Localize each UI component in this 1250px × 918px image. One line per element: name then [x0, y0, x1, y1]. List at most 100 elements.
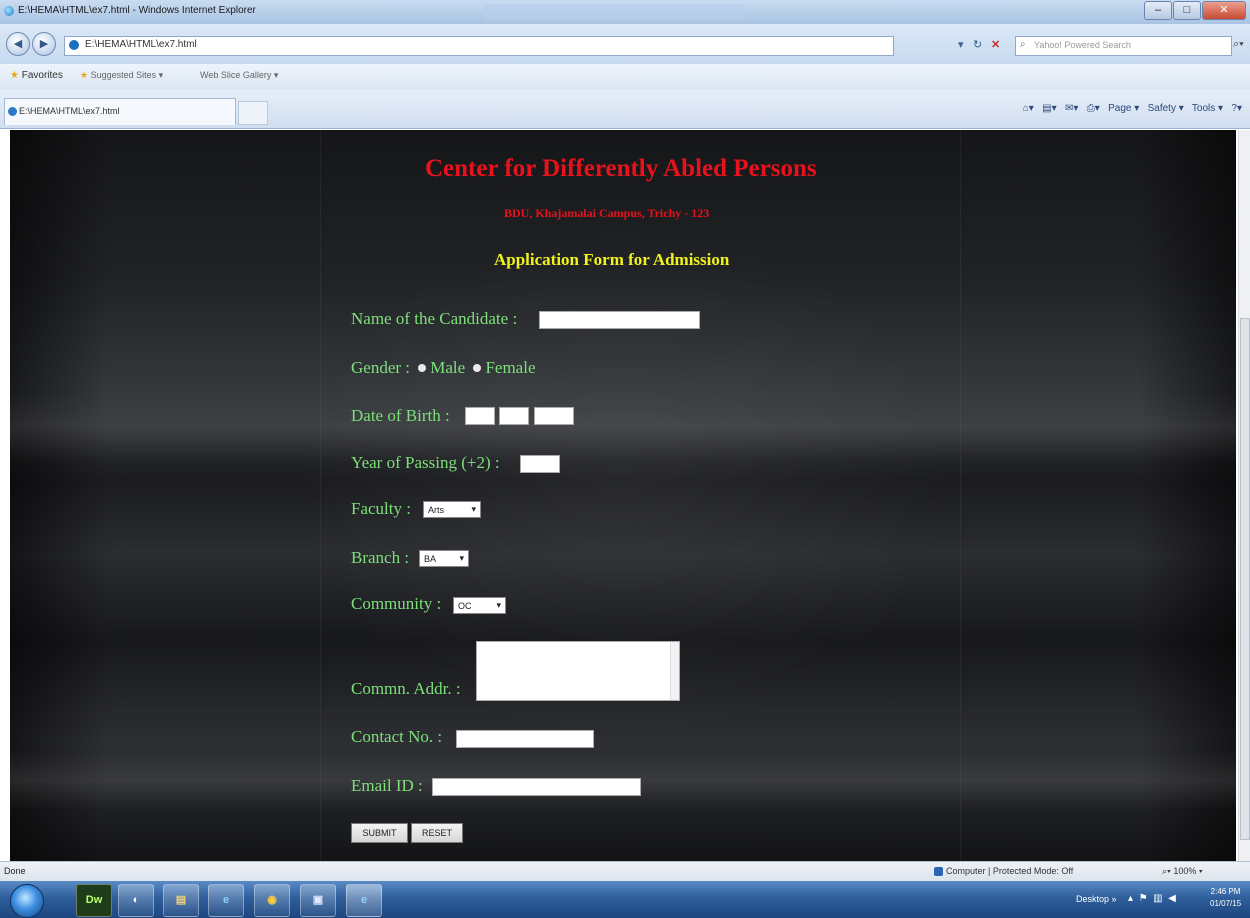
background-pane — [320, 130, 321, 861]
dob-label: Date of Birth : — [351, 406, 450, 425]
computer-icon — [934, 867, 943, 877]
volume-icon[interactable]: ◀ — [1168, 893, 1176, 904]
zoom-level[interactable]: ⌕▾ 100% ▾ — [1162, 866, 1203, 877]
tab-page-icon — [8, 107, 17, 116]
reset-button[interactable]: RESET — [411, 823, 463, 843]
security-zone-label: Computer | Protected Mode: Off — [946, 866, 1074, 876]
address-url: E:\HEMA\HTML\ex7.html — [85, 39, 197, 50]
textarea-scrollbar[interactable] — [670, 642, 679, 700]
dob-month-field[interactable] — [499, 407, 529, 425]
background-pane — [960, 130, 961, 861]
dob-year-field[interactable] — [534, 407, 574, 425]
community-select[interactable]: OC ▾ — [453, 597, 506, 614]
minimize-button[interactable]: – — [1144, 1, 1172, 20]
background-band — [10, 392, 1236, 462]
home-icon[interactable]: ⌂▾ — [1023, 103, 1034, 114]
submit-button[interactable]: SUBMIT — [351, 823, 408, 843]
tray-arrow-icon[interactable]: ▴ — [1128, 893, 1133, 904]
email-field[interactable] — [432, 778, 641, 796]
refresh-icon[interactable]: ↻ — [973, 38, 982, 51]
candidate-name-field[interactable] — [539, 311, 700, 329]
dob-day-field[interactable] — [465, 407, 495, 425]
yop-label: Year of Passing (+2) : — [351, 453, 500, 472]
form-title: Application Form for Admission — [494, 250, 730, 269]
new-tab-button[interactable] — [238, 101, 268, 125]
gender-row: Gender : Male Female — [351, 358, 536, 378]
window-title-bar: E:\HEMA\HTML\ex7.html - Windows Internet… — [0, 0, 1250, 24]
network-icon[interactable]: ▥ — [1153, 893, 1162, 904]
contact-number-field[interactable] — [456, 730, 594, 748]
tab-label: E:\HEMA\HTML\ex7.html — [19, 106, 120, 116]
community-label: Community : — [351, 594, 442, 613]
address-row: ◀ ▶ E:\HEMA\HTML\ex7.html ▾ ↻ ✕ ⌕ Yahoo!… — [0, 24, 1250, 64]
star-icon: ★ — [10, 70, 19, 81]
address-label: Commn. Addr. : — [351, 679, 461, 698]
chevron-down-icon: ▾ — [459, 553, 464, 563]
media-player-taskbar-icon[interactable]: ◐ — [118, 884, 154, 917]
add-favorite-icon: ★ — [80, 70, 89, 80]
faculty-select[interactable]: Arts ▾ — [423, 501, 481, 518]
ie-app-icon — [4, 6, 14, 16]
page-icon — [69, 40, 79, 50]
title-bar-blur — [485, 4, 745, 20]
favorites-label: Favorites — [21, 70, 63, 81]
print-icon[interactable]: ⎙▾ — [1087, 103, 1100, 114]
compat-view-icon[interactable]: ▾ — [958, 38, 964, 51]
scrollbar-thumb[interactable] — [1240, 318, 1250, 840]
community-value: OC — [458, 601, 472, 611]
feeds-icon[interactable]: ▤▾ — [1042, 103, 1056, 114]
back-button[interactable]: ◀ — [6, 32, 30, 56]
desktop-toolbar[interactable]: Desktop » — [1076, 894, 1117, 904]
clock-time: 2:46 PM — [1210, 887, 1241, 896]
close-button[interactable]: ✕ — [1202, 1, 1246, 20]
read-mail-icon[interactable]: ✉▾ — [1065, 103, 1078, 114]
female-radio[interactable] — [473, 363, 482, 372]
chevron-down-icon: ▾ — [496, 600, 501, 610]
branch-select[interactable]: BA ▾ — [419, 550, 469, 567]
security-zone[interactable]: Computer | Protected Mode: Off — [934, 866, 1074, 877]
search-icon[interactable]: ⌕▾ — [1233, 38, 1244, 51]
address-bar[interactable]: E:\HEMA\HTML\ex7.html — [64, 36, 894, 56]
maximize-button[interactable]: □ — [1173, 1, 1201, 20]
clock-date: 01/07/15 — [1210, 899, 1242, 908]
app-taskbar-icon[interactable]: ▣ — [300, 884, 336, 917]
dreamweaver-taskbar-icon[interactable]: Dw — [76, 884, 112, 917]
chrome-taskbar-icon[interactable]: ◉ — [254, 884, 290, 917]
search-input[interactable]: ⌕ Yahoo! Powered Search — [1015, 36, 1232, 56]
tray-icons: ▴ ⚑ ▥ ◀ — [1128, 893, 1176, 904]
tools-menu[interactable]: Tools ▾ — [1192, 103, 1223, 114]
favorites-link-suggested[interactable]: ★ Suggested Sites ▾ — [80, 70, 163, 81]
flag-icon[interactable]: ⚑ — [1139, 893, 1148, 904]
communication-address-textarea[interactable] — [476, 641, 680, 701]
safety-menu[interactable]: Safety ▾ — [1148, 103, 1184, 114]
faculty-label: Faculty : — [351, 499, 411, 518]
female-label: Female — [485, 358, 536, 377]
ie-active-taskbar-icon[interactable]: e — [346, 884, 382, 917]
tab-row: E:\HEMA\HTML\ex7.html ⌂▾ ▤▾ ✉▾ ⎙▾ Page ▾… — [0, 90, 1250, 129]
page-heading: Center for Differently Abled Persons — [425, 155, 817, 182]
start-button[interactable] — [10, 884, 44, 918]
ie-taskbar-icon[interactable]: e — [208, 884, 244, 917]
command-bar: ⌂▾ ▤▾ ✉▾ ⎙▾ Page ▾ Safety ▾ Tools ▾ ?▾ — [1023, 103, 1242, 114]
stop-icon[interactable]: ✕ — [991, 38, 1000, 51]
desktop-label: Desktop — [1076, 894, 1110, 904]
chevron-down-icon: ▾ — [471, 504, 476, 514]
page-menu[interactable]: Page ▾ — [1108, 103, 1139, 114]
system-clock[interactable]: 2:46 PM 01/07/15 — [1210, 886, 1241, 910]
favorites-button[interactable]: ★ Favorites — [10, 70, 63, 81]
favorites-link-webslice[interactable]: Web Slice Gallery ▾ — [200, 70, 278, 81]
branch-label: Branch : — [351, 548, 410, 567]
email-label: Email ID : — [351, 776, 423, 795]
year-of-passing-field[interactable] — [520, 455, 560, 473]
favorites-bar: ★ Favorites ★ Suggested Sites ▾ Web Slic… — [0, 64, 1250, 91]
search-placeholder: Yahoo! Powered Search — [1034, 40, 1131, 50]
gender-label: Gender : — [351, 358, 411, 377]
help-icon[interactable]: ?▾ — [1231, 103, 1242, 114]
explorer-taskbar-icon[interactable]: ▤ — [163, 884, 199, 917]
tab-current[interactable]: E:\HEMA\HTML\ex7.html — [4, 98, 236, 125]
male-radio[interactable] — [418, 363, 427, 372]
branch-value: BA — [424, 554, 437, 564]
status-bar: Done Computer | Protected Mode: Off ⌕▾ 1… — [0, 861, 1250, 882]
forward-button[interactable]: ▶ — [32, 32, 56, 56]
faculty-value: Arts — [428, 505, 445, 515]
